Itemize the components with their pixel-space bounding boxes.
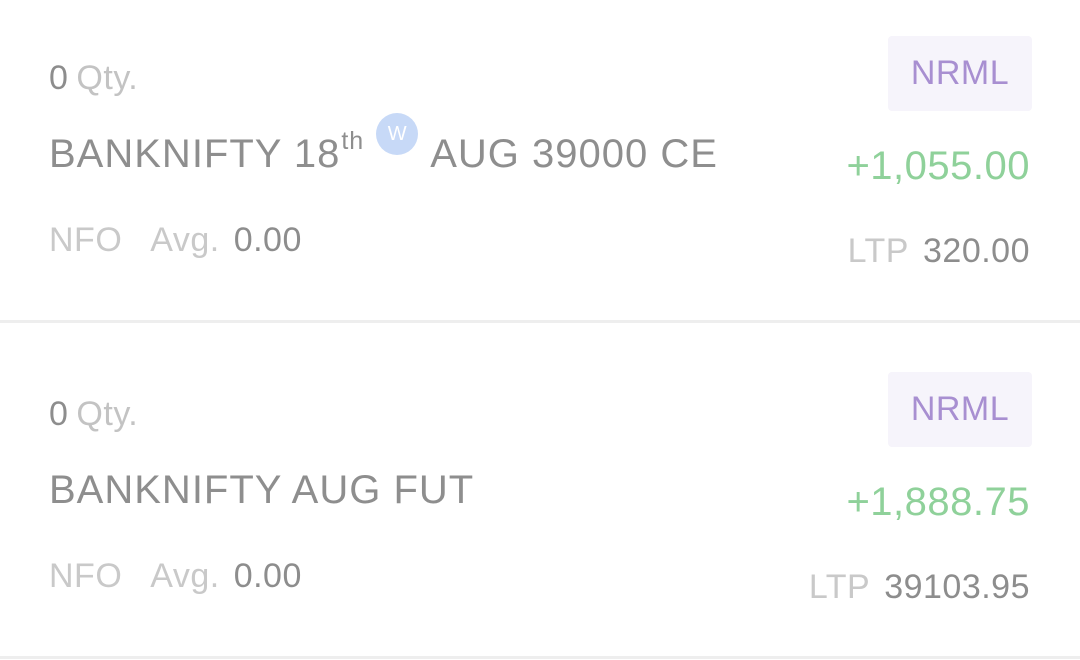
symbol-ordinal-suffix: th <box>341 127 365 155</box>
position-meta: NFO Avg. 0.00 <box>49 220 302 260</box>
ltp: LTP 320.00 <box>848 231 1030 271</box>
positions-list: 0 Qty. BANKNIFTY 18th W AUG 39000 CE NFO Avg… <box>0 0 1080 660</box>
ltp-label: LTP <box>808 568 871 606</box>
exchange-label: NFO <box>49 557 123 595</box>
product-tag: NRML <box>888 372 1032 447</box>
ltp: LTP 39103.95 <box>809 567 1030 607</box>
pnl-value: +1,888.75 <box>846 480 1030 524</box>
quantity-label: Qty. <box>76 59 139 97</box>
symbol-prefix: BANKNIFTY 18 <box>49 132 341 176</box>
position-row[interactable]: 0 Qty. BANKNIFTY AUG FUT NFO Avg. 0.00 NRML… <box>0 323 1080 659</box>
avg-label: Avg. <box>150 221 220 259</box>
ltp-label: LTP <box>847 232 909 270</box>
ltp-value: 320.00 <box>923 232 1030 270</box>
quantity-label: Qty. <box>76 395 139 433</box>
exchange-label: NFO <box>49 221 123 259</box>
pnl-value: +1,055.00 <box>846 144 1030 188</box>
avg-label: Avg. <box>150 557 220 595</box>
quantity: 0 Qty. <box>49 58 138 98</box>
symbol-rest: AUG 39000 CE <box>430 132 718 176</box>
position-meta: NFO Avg. 0.00 <box>49 556 302 596</box>
ltp-value: 39103.95 <box>884 568 1030 606</box>
weekly-expiry-badge: W <box>376 113 419 156</box>
quantity: 0 Qty. <box>49 394 138 434</box>
product-tag: NRML <box>888 36 1032 111</box>
position-row[interactable]: 0 Qty. BANKNIFTY 18th W AUG 39000 CE NFO Avg… <box>0 0 1080 323</box>
quantity-value: 0 <box>49 59 69 97</box>
avg-value: 0.00 <box>233 221 302 259</box>
quantity-value: 0 <box>49 395 69 433</box>
avg-value: 0.00 <box>233 557 302 595</box>
instrument-symbol: BANKNIFTY 18th W AUG 39000 CE <box>49 113 718 183</box>
instrument-symbol: BANKNIFTY AUG FUT <box>49 468 475 512</box>
